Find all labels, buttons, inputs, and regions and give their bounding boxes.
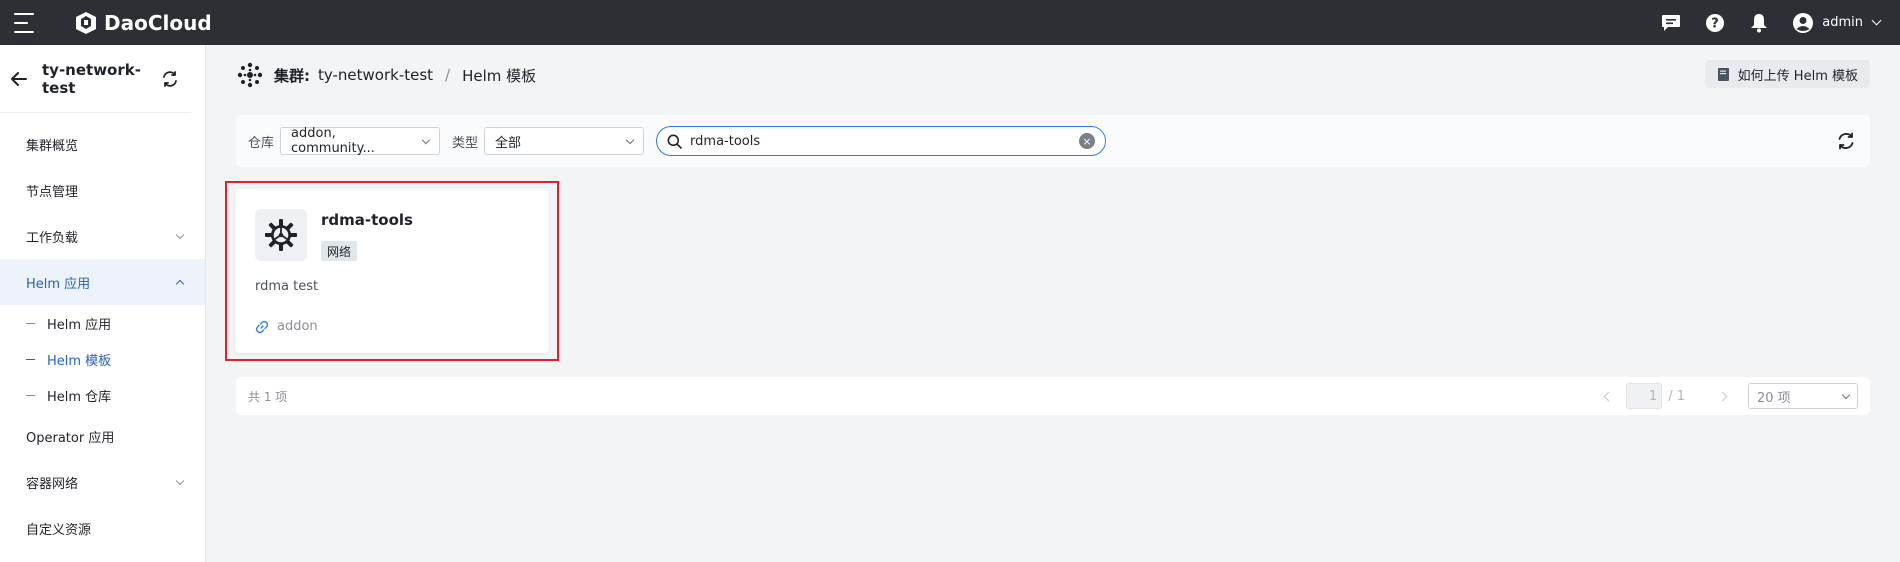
template-card-repo: addon [255,319,318,334]
cluster-name: ty-network-test [42,60,141,97]
chevron-up-icon [175,279,185,288]
cluster-header: ty-network-test [0,45,191,113]
help-icon[interactable]: ? [1704,12,1726,34]
sidebar-subitem-helm-apps[interactable]: Helm 应用 [0,305,205,341]
back-arrow-icon[interactable] [10,70,28,88]
template-card-title: rdma-tools [321,211,413,229]
user-avatar-icon [1793,12,1814,33]
template-card-icon [255,209,307,261]
page-number-input[interactable]: 1 [1626,383,1663,409]
type-filter-label: 类型 [452,135,479,151]
upload-help-button[interactable]: 如何上传 Helm 模板 [1704,60,1870,88]
gear-icon [265,219,297,251]
repo-filter-label: 仓库 [248,135,275,151]
upload-help-label: 如何上传 Helm 模板 [1737,68,1858,84]
daocloud-logo-icon [76,11,96,34]
sidebar-item-custom-resources[interactable]: 自定义资源 [0,505,205,551]
sidebar-item-node-management[interactable]: 节点管理 [0,167,205,213]
search-input[interactable] [690,133,1080,149]
sidebar-item-workloads[interactable]: 工作负载 [0,213,205,259]
page-size-value: 20 项 [1757,390,1791,406]
book-icon [1717,67,1729,81]
page-size-select[interactable]: 20 项 [1748,383,1858,409]
user-name: admin [1822,15,1863,30]
template-category-tag: 网络 [321,241,358,261]
breadcrumb-current-page: Helm 模板 [462,66,537,85]
sidebar-item-label: 容器网络 [26,476,79,492]
brand-name: DaoCloud [104,10,212,35]
next-page-icon[interactable] [1717,391,1728,401]
type-select-value: 全部 [495,135,522,151]
breadcrumb: 集群: ty-network-test / Helm 模板 [236,59,536,91]
type-select[interactable]: 全部 [484,127,645,155]
chevron-down-icon [422,135,431,144]
sidebar-item-cluster-overview[interactable]: 集群概览 [0,121,205,167]
breadcrumb-cluster-link[interactable]: ty-network-test [318,66,433,84]
cluster-icon [237,62,263,88]
chevron-down-icon [175,230,185,239]
repo-select[interactable]: addon, community... [280,126,441,156]
sidebar-subitem-label: Helm 模板 [47,353,112,369]
sidebar-subitem-label: Helm 仓库 [47,389,112,405]
bell-icon[interactable] [1748,12,1770,34]
switch-cluster-icon[interactable] [161,70,179,88]
sidebar-subitem-label: Helm 应用 [47,317,112,333]
user-menu[interactable]: admin [1792,12,1882,34]
main-content: 集群: ty-network-test / Helm 模板 如何上传 Helm … [206,45,1900,562]
sidebar-subitem-helm-repos[interactable]: Helm 仓库 [0,377,205,413]
sidebar-item-container-network[interactable]: 容器网络 [0,459,205,505]
chevron-down-icon [1871,15,1882,26]
repo-select-value: addon, community... [291,126,375,156]
sidebar-item-label: 工作负载 [26,230,79,246]
sidebar-item-label: Helm 应用 [26,276,91,292]
sidebar-item-operator-apps[interactable]: Operator 应用 [0,413,205,459]
sidebar-item-label: 集群概览 [26,138,79,154]
menu-icon[interactable] [14,12,38,33]
prev-page-icon[interactable] [1603,391,1614,401]
breadcrumb-label: 集群: [274,66,310,85]
template-card-rdma-tools[interactable]: rdma-tools 网络 rdma test addon [235,189,549,353]
template-repo-name: addon [277,319,318,334]
top-bar: DaoCloud ? admin [0,0,1900,45]
clear-search-icon[interactable]: × [1079,133,1096,149]
sidebar-item-helm-apps[interactable]: Helm 应用 [0,259,205,305]
sidebar-item-label: 节点管理 [26,184,79,200]
pagination: 1 / 1 20 项 [1591,382,1858,410]
sidebar: ty-network-test 集群概览 节点管理 工作负载 Helm 应用 H… [0,45,206,562]
chevron-down-icon [1841,390,1851,399]
page-total: / 1 [1668,388,1685,404]
link-icon [255,320,269,333]
search-box: × [656,126,1107,156]
message-icon[interactable] [1660,12,1682,34]
highlight-frame: rdma-tools 网络 rdma test addon [225,181,559,361]
svg-text:?: ? [1711,16,1719,31]
sidebar-item-label: 自定义资源 [26,522,92,538]
pagination-bar: 共 1 项 1 / 1 20 项 [236,377,1870,415]
sidebar-subitem-helm-templates[interactable]: Helm 模板 [0,341,205,377]
chevron-down-icon [625,135,635,144]
total-count: 共 1 项 [248,389,288,404]
sidebar-item-label: Operator 应用 [26,430,115,446]
search-icon [667,134,682,149]
chevron-down-icon [175,476,185,485]
brand-logo[interactable]: DaoCloud [74,11,212,35]
breadcrumb-separator: / [445,66,451,84]
filter-bar: 仓库 addon, community... 类型 全部 × [236,115,1870,167]
refresh-icon[interactable] [1836,131,1856,151]
template-card-description: rdma test [255,279,319,294]
